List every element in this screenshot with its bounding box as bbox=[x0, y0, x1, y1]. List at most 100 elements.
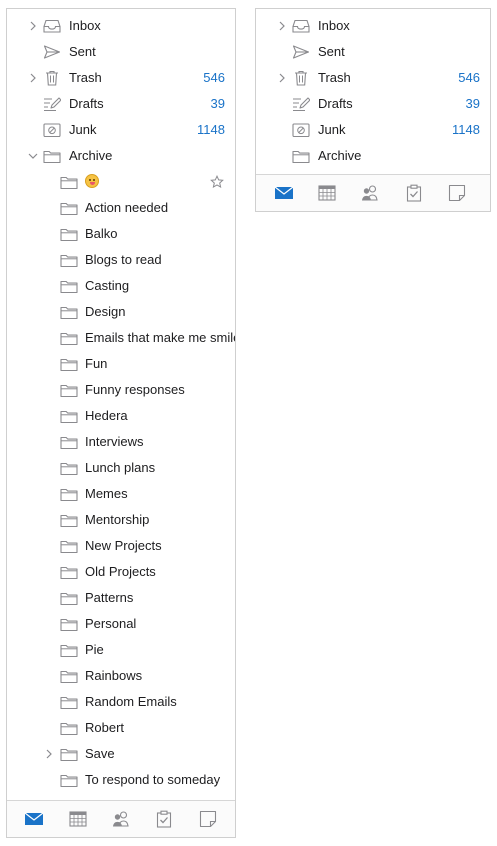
chevron-right-icon[interactable] bbox=[277, 13, 287, 39]
folder-label: Trash bbox=[69, 70, 102, 85]
folder-pane-collapsed: Inbox Sent Trash 546 Drafts 39 Junk 1148 Archive bbox=[255, 8, 491, 212]
notes-tab-button[interactable] bbox=[198, 809, 218, 829]
folder-icon bbox=[60, 195, 78, 221]
folder-icon bbox=[60, 455, 78, 481]
subfolder-item-blogs-to-read[interactable]: Blogs to read bbox=[7, 247, 235, 273]
folder-icon bbox=[60, 169, 78, 195]
chevron-right-icon[interactable] bbox=[44, 741, 54, 767]
folder-item-sent[interactable]: Sent bbox=[256, 39, 490, 65]
folder-icon bbox=[60, 247, 78, 273]
mail-icon bbox=[24, 811, 44, 827]
folder-label: Personal bbox=[85, 616, 137, 631]
tasks-tab-button[interactable] bbox=[154, 809, 174, 829]
subfolder-item-emails-that-make-me-smile[interactable]: Emails that make me smile bbox=[7, 325, 235, 351]
mail-tab-button[interactable] bbox=[24, 809, 44, 829]
people-icon bbox=[360, 184, 380, 202]
folder-label: Junk bbox=[69, 122, 97, 137]
calendar-tab-button[interactable] bbox=[317, 183, 337, 203]
folder-item-archive[interactable]: Archive bbox=[256, 143, 490, 169]
folder-icon bbox=[43, 143, 61, 169]
subfolder-item-old-projects[interactable]: Old Projects bbox=[7, 559, 235, 585]
subfolder-item-balko[interactable]: Balko bbox=[7, 221, 235, 247]
folder-label: Random Emails bbox=[85, 694, 177, 709]
folder-list: Inbox Sent Trash 546 Drafts 39 Junk 1148 Archive… bbox=[7, 13, 235, 793]
subfolder-item-patterns[interactable]: Patterns bbox=[7, 585, 235, 611]
people-tab-button[interactable] bbox=[360, 183, 380, 203]
mail-icon bbox=[274, 185, 294, 201]
subfolder-item-robert[interactable]: Robert bbox=[7, 715, 235, 741]
module-switcher-bar bbox=[256, 174, 490, 211]
folder-label: Action needed bbox=[85, 200, 169, 215]
junk-icon bbox=[43, 117, 61, 143]
folder-icon bbox=[60, 663, 78, 689]
chevron-right-icon[interactable] bbox=[28, 13, 38, 39]
folder-label: Pie bbox=[85, 642, 104, 657]
people-tab-button[interactable] bbox=[111, 809, 131, 829]
folder-icon bbox=[60, 377, 78, 403]
people-icon bbox=[111, 810, 131, 828]
folder-icon bbox=[60, 429, 78, 455]
subfolder-item-action-needed[interactable]: Action needed bbox=[7, 195, 235, 221]
folder-label: Inbox bbox=[69, 18, 101, 33]
folder-item-trash[interactable]: Trash 546 bbox=[256, 65, 490, 91]
subfolder-item-save[interactable]: Save bbox=[7, 741, 235, 767]
subfolder-item-design[interactable]: Design bbox=[7, 299, 235, 325]
subfolder-item-rainbows[interactable]: Rainbows bbox=[7, 663, 235, 689]
subfolder-item-personal[interactable]: Personal bbox=[7, 611, 235, 637]
calendar-tab-button[interactable] bbox=[68, 809, 88, 829]
chevron-right-icon[interactable] bbox=[277, 65, 287, 91]
folder-label: Lunch plans bbox=[85, 460, 156, 475]
chevron-right-icon[interactable] bbox=[28, 65, 38, 91]
folder-item-drafts[interactable]: Drafts 39 bbox=[256, 91, 490, 117]
folder-label bbox=[85, 169, 99, 195]
folder-label: Hedera bbox=[85, 408, 128, 423]
folder-item-trash[interactable]: Trash 546 bbox=[7, 65, 235, 91]
unread-count: 546 bbox=[203, 70, 225, 85]
calendar-icon bbox=[318, 184, 336, 202]
subfolder-item-new-projects[interactable]: New Projects bbox=[7, 533, 235, 559]
mail-tab-button[interactable] bbox=[274, 183, 294, 203]
folder-label: Robert bbox=[85, 720, 125, 735]
folder-icon bbox=[60, 585, 78, 611]
subfolder-item[interactable] bbox=[7, 169, 235, 195]
folder-label: Interviews bbox=[85, 434, 144, 449]
unread-count: 39 bbox=[210, 96, 225, 111]
folder-item-junk[interactable]: Junk 1148 bbox=[256, 117, 490, 143]
sent-icon bbox=[43, 39, 61, 65]
folder-item-drafts[interactable]: Drafts 39 bbox=[7, 91, 235, 117]
subfolder-item-memes[interactable]: Memes bbox=[7, 481, 235, 507]
tasks-tab-button[interactable] bbox=[404, 183, 424, 203]
subfolder-item-to-respond-to-someday[interactable]: To respond to someday bbox=[7, 767, 235, 793]
folder-label: Casting bbox=[85, 278, 130, 293]
folder-item-inbox[interactable]: Inbox bbox=[7, 13, 235, 39]
subfolder-item-interviews[interactable]: Interviews bbox=[7, 429, 235, 455]
folder-label: Funny responses bbox=[85, 382, 185, 397]
folder-icon bbox=[60, 637, 78, 663]
drafts-icon bbox=[43, 91, 61, 117]
subfolder-item-pie[interactable]: Pie bbox=[7, 637, 235, 663]
folder-label: Junk bbox=[318, 122, 346, 137]
folder-item-archive[interactable]: Archive bbox=[7, 143, 235, 169]
unread-count: 39 bbox=[465, 96, 480, 111]
star-icon[interactable] bbox=[210, 169, 224, 195]
drafts-icon bbox=[292, 91, 310, 117]
subfolder-item-hedera[interactable]: Hedera bbox=[7, 403, 235, 429]
chevron-down-icon[interactable] bbox=[28, 143, 38, 169]
folder-item-inbox[interactable]: Inbox bbox=[256, 13, 490, 39]
notes-tab-button[interactable] bbox=[447, 183, 467, 203]
subfolder-item-casting[interactable]: Casting bbox=[7, 273, 235, 299]
subfolder-item-mentorship[interactable]: Mentorship bbox=[7, 507, 235, 533]
subfolder-item-lunch-plans[interactable]: Lunch plans bbox=[7, 455, 235, 481]
folder-item-sent[interactable]: Sent bbox=[7, 39, 235, 65]
face-with-tongue-emoji bbox=[85, 174, 99, 188]
folder-label: Drafts bbox=[318, 96, 353, 111]
unread-count: 1148 bbox=[197, 122, 225, 137]
folder-pane-expanded: Inbox Sent Trash 546 Drafts 39 Junk 1148 Archive… bbox=[6, 8, 236, 838]
subfolder-item-fun[interactable]: Fun bbox=[7, 351, 235, 377]
subfolder-item-funny-responses[interactable]: Funny responses bbox=[7, 377, 235, 403]
trash-icon bbox=[292, 65, 310, 91]
folder-label: Sent bbox=[318, 44, 345, 59]
folder-item-junk[interactable]: Junk 1148 bbox=[7, 117, 235, 143]
folder-icon bbox=[60, 221, 78, 247]
subfolder-item-random-emails[interactable]: Random Emails bbox=[7, 689, 235, 715]
